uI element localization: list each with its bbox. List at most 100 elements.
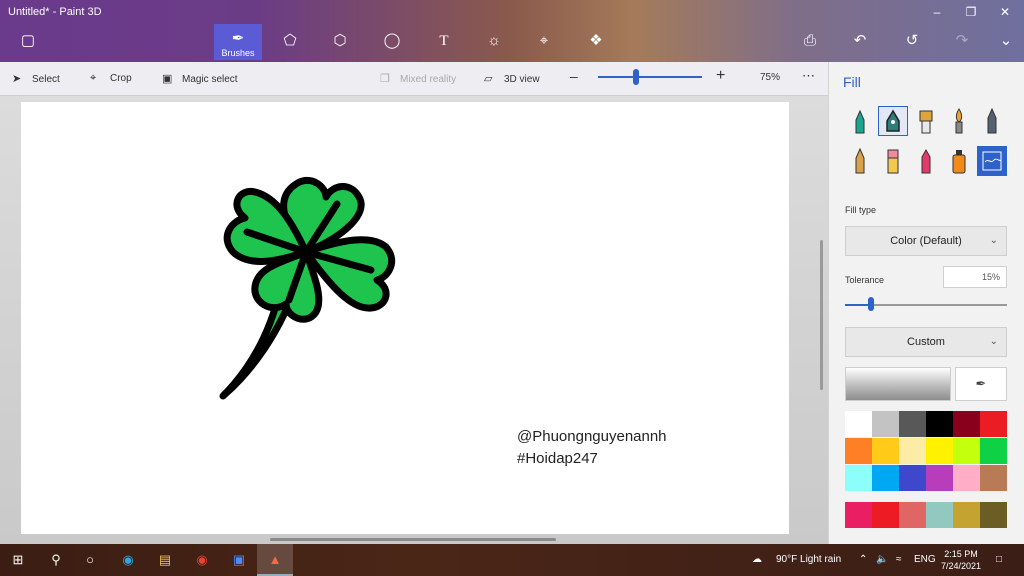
- watermark-tag: #Hoidap247: [517, 450, 598, 467]
- brush-watercolor[interactable]: [944, 106, 974, 136]
- tab-stickers[interactable]: ◯: [368, 26, 416, 60]
- mixed-reality-button[interactable]: ❒ Mixed reality: [380, 72, 456, 85]
- brush-spray-can[interactable]: [944, 146, 974, 176]
- color-swatch[interactable]: [845, 465, 872, 491]
- brush-pencil[interactable]: [845, 146, 875, 176]
- color-swatch[interactable]: [899, 465, 926, 491]
- brush-calligraphy-pen[interactable]: [878, 106, 908, 136]
- paste-button[interactable]: ⎙: [786, 26, 834, 60]
- tab-2d-shapes[interactable]: ⬠: [266, 26, 314, 60]
- zoom-app-icon[interactable]: ▣: [229, 550, 249, 570]
- color-swatch[interactable]: [872, 465, 899, 491]
- current-color-preview[interactable]: [845, 367, 951, 401]
- color-swatch[interactable]: [899, 411, 926, 437]
- undo-button[interactable]: ↶: [836, 26, 884, 60]
- tab-effects[interactable]: ☼: [470, 26, 518, 60]
- color-swatch[interactable]: [980, 465, 1007, 491]
- vertical-scrollbar[interactable]: [820, 240, 823, 390]
- search-icon[interactable]: ⚲: [46, 550, 66, 570]
- tab-3d-library[interactable]: ❖: [572, 26, 620, 60]
- color-swatch[interactable]: [872, 411, 899, 437]
- close-button[interactable]: ✕: [990, 3, 1020, 21]
- color-swatch[interactable]: [953, 502, 980, 528]
- crop-button[interactable]: ⌖ Crop: [90, 72, 132, 85]
- text-icon: T: [439, 33, 449, 49]
- color-swatch[interactable]: [953, 465, 980, 491]
- taskbar: ⊞ ⚲ ○ ◉ ▤ ◉ ▣ ▲ ☁ 90°F Light rain ⌃ 🔈 ≈ …: [0, 544, 1024, 576]
- zoom-in-button[interactable]: +: [716, 67, 725, 85]
- select-button[interactable]: ➤ Select: [12, 72, 60, 85]
- weather-icon[interactable]: ☁: [752, 554, 762, 565]
- task-view-icon[interactable]: ○: [80, 550, 100, 570]
- zoom-out-button[interactable]: –: [570, 68, 578, 84]
- chrome-icon[interactable]: ◉: [192, 550, 212, 570]
- color-swatch[interactable]: [953, 411, 980, 437]
- horizontal-scrollbar[interactable]: [270, 538, 556, 541]
- color-swatch[interactable]: [953, 438, 980, 464]
- weather-text[interactable]: 90°F Light rain: [776, 554, 841, 565]
- expand-button[interactable]: ⌄: [982, 26, 1024, 60]
- color-swatch[interactable]: [926, 465, 953, 491]
- tolerance-slider-thumb[interactable]: [868, 297, 874, 311]
- brush-oil[interactable]: [911, 106, 941, 136]
- fill-type-dropdown[interactable]: Color (Default) ⌄: [845, 226, 1007, 256]
- tab-canvas[interactable]: ⌖: [520, 26, 568, 60]
- more-options-button[interactable]: ⋯: [802, 68, 815, 84]
- brush-eraser[interactable]: [878, 146, 908, 176]
- drawing-canvas[interactable]: [21, 102, 789, 534]
- zoom-slider-track[interactable]: [598, 76, 702, 78]
- brush-pixel-pen[interactable]: [977, 106, 1007, 136]
- clock-date: 7/24/2021: [940, 561, 982, 571]
- eraser-icon: [887, 149, 899, 174]
- color-swatch[interactable]: [899, 502, 926, 528]
- color-swatch[interactable]: [845, 411, 872, 437]
- redo-button[interactable]: ↷: [938, 26, 986, 60]
- crayon-icon: [921, 148, 931, 174]
- tab-text[interactable]: T: [420, 26, 468, 60]
- color-swatch[interactable]: [872, 502, 899, 528]
- file-explorer-icon[interactable]: ▤: [155, 550, 175, 570]
- title-bar: Untitled* - Paint 3D – ❐ ✕: [0, 0, 1024, 24]
- tolerance-input[interactable]: 15%: [943, 266, 1007, 288]
- brush-marker[interactable]: [845, 106, 875, 136]
- tab-brushes[interactable]: ✒ Brushes: [214, 24, 262, 60]
- history-button[interactable]: ↺: [888, 26, 936, 60]
- tab-3d-shapes[interactable]: ⬡: [316, 26, 364, 60]
- menu-button[interactable]: ▢: [4, 26, 52, 60]
- language-indicator[interactable]: ENG: [914, 554, 936, 565]
- 3d-shapes-icon: ⬡: [333, 32, 347, 49]
- notification-icon[interactable]: □: [996, 554, 1002, 565]
- color-swatch[interactable]: [845, 502, 872, 528]
- color-swatch[interactable]: [980, 411, 1007, 437]
- clock[interactable]: 2:15 PM 7/24/2021: [934, 548, 988, 572]
- spray-can-icon: [952, 150, 966, 174]
- panel-title: Fill: [843, 74, 861, 90]
- edge-icon[interactable]: ◉: [118, 550, 138, 570]
- fill-type-value: Color (Default): [890, 235, 962, 247]
- color-swatch[interactable]: [899, 438, 926, 464]
- cursor-icon: ➤: [12, 73, 22, 85]
- chevron-up-icon[interactable]: ⌃: [859, 554, 867, 565]
- minimize-button[interactable]: –: [922, 3, 952, 21]
- color-swatch[interactable]: [926, 411, 953, 437]
- eyedropper-button[interactable]: ✒: [955, 367, 1007, 401]
- volume-icon[interactable]: 🔈: [876, 554, 888, 565]
- eyedropper-icon: ✒: [975, 376, 987, 391]
- windows-start-icon[interactable]: ⊞: [8, 550, 28, 570]
- magic-select-button[interactable]: ▣ Magic select: [162, 72, 238, 85]
- crop-label: Crop: [110, 73, 132, 84]
- wifi-icon[interactable]: ≈: [896, 554, 902, 565]
- color-swatch[interactable]: [872, 438, 899, 464]
- color-swatch[interactable]: [980, 502, 1007, 528]
- color-mode-dropdown[interactable]: Custom ⌄: [845, 327, 1007, 357]
- brush-fill[interactable]: [977, 146, 1007, 176]
- color-swatch[interactable]: [926, 438, 953, 464]
- brush-crayon[interactable]: [911, 146, 941, 176]
- maximize-button[interactable]: ❐: [956, 3, 986, 21]
- color-swatch[interactable]: [926, 502, 953, 528]
- 2d-shapes-icon: ⬠: [283, 32, 297, 49]
- 3d-view-button[interactable]: ▱ 3D view: [484, 72, 540, 85]
- zoom-slider-thumb[interactable]: [633, 69, 639, 85]
- color-swatch[interactable]: [980, 438, 1007, 464]
- color-swatch[interactable]: [845, 438, 872, 464]
